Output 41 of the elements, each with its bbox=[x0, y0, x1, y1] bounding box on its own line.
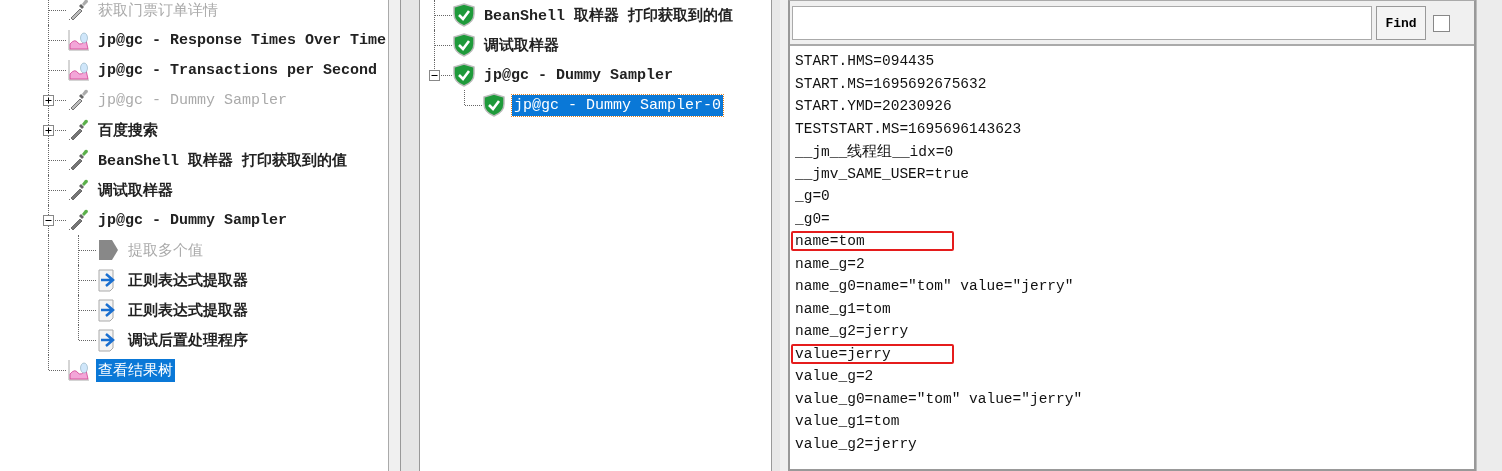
scrollbar-track[interactable] bbox=[1476, 0, 1502, 471]
collapse-toggle[interactable] bbox=[429, 70, 440, 81]
response-line: _g0= bbox=[794, 209, 831, 229]
tree-item[interactable]: jp@gc - Dummy Sampler-0 bbox=[512, 94, 724, 116]
tree-item[interactable]: 调试后置处理程序 bbox=[126, 328, 250, 352]
response-line: START.MS=1695692675632 bbox=[794, 74, 988, 94]
response-line: TESTSTART.MS=1695696143623 bbox=[794, 119, 1023, 139]
shield-check-icon bbox=[452, 33, 476, 57]
response-line: name_g2=jerry bbox=[794, 322, 910, 342]
checkbox[interactable] bbox=[1433, 14, 1450, 32]
search-field[interactable] bbox=[792, 6, 1372, 40]
tree-item[interactable]: jp@gc - Dummy Sampler bbox=[96, 209, 290, 231]
response-line: value_g=2 bbox=[794, 367, 875, 387]
response-line: __jm__线程组__idx=0 bbox=[794, 142, 955, 162]
response-line: value_g1=tom bbox=[794, 412, 901, 432]
response-line: name_g1=tom bbox=[794, 299, 892, 319]
response-line: name_g0=name="tom" value="jerry" bbox=[794, 277, 1075, 297]
response-line: value_g0=name="tom" value="jerry" bbox=[794, 389, 1084, 409]
response-line: _g=0 bbox=[794, 187, 831, 207]
response-line: name_g=2 bbox=[794, 254, 866, 274]
response-line: value_g2=jerry bbox=[794, 434, 918, 454]
tree-item[interactable]: jp@gc - Transactions per Second bbox=[96, 59, 380, 81]
shield-check-icon bbox=[482, 93, 506, 117]
response-line: START.YMD=20230926 bbox=[794, 97, 953, 117]
shield-check-icon bbox=[452, 63, 476, 87]
collapse-toggle[interactable] bbox=[43, 215, 54, 226]
tree-item[interactable]: jp@gc - Dummy Sampler bbox=[482, 64, 676, 86]
shield-check-icon bbox=[452, 3, 476, 27]
tree-item[interactable]: BeanShell 取样器 打印获取到的值 bbox=[482, 3, 736, 27]
tree-item[interactable]: 调试取样器 bbox=[96, 178, 175, 202]
tree-item[interactable]: 调试取样器 bbox=[482, 33, 561, 57]
tree-item[interactable]: jp@gc - Response Times Over Time bbox=[96, 29, 388, 51]
tree-item[interactable]: 百度搜索 bbox=[96, 118, 160, 142]
response-line: __jmv_SAME_USER=true bbox=[794, 164, 971, 184]
tree-item[interactable]: 正则表达式提取器 bbox=[126, 268, 250, 292]
find-button[interactable]: Find bbox=[1376, 6, 1426, 40]
expand-toggle[interactable] bbox=[43, 125, 54, 136]
tree-item[interactable]: BeanShell 取样器 打印获取到的值 bbox=[96, 148, 350, 172]
tree-item[interactable]: 正则表达式提取器 bbox=[126, 298, 250, 322]
response-line: START.HMS=094435 bbox=[794, 52, 936, 72]
tree-item[interactable]: 查看结果树 bbox=[96, 358, 175, 382]
